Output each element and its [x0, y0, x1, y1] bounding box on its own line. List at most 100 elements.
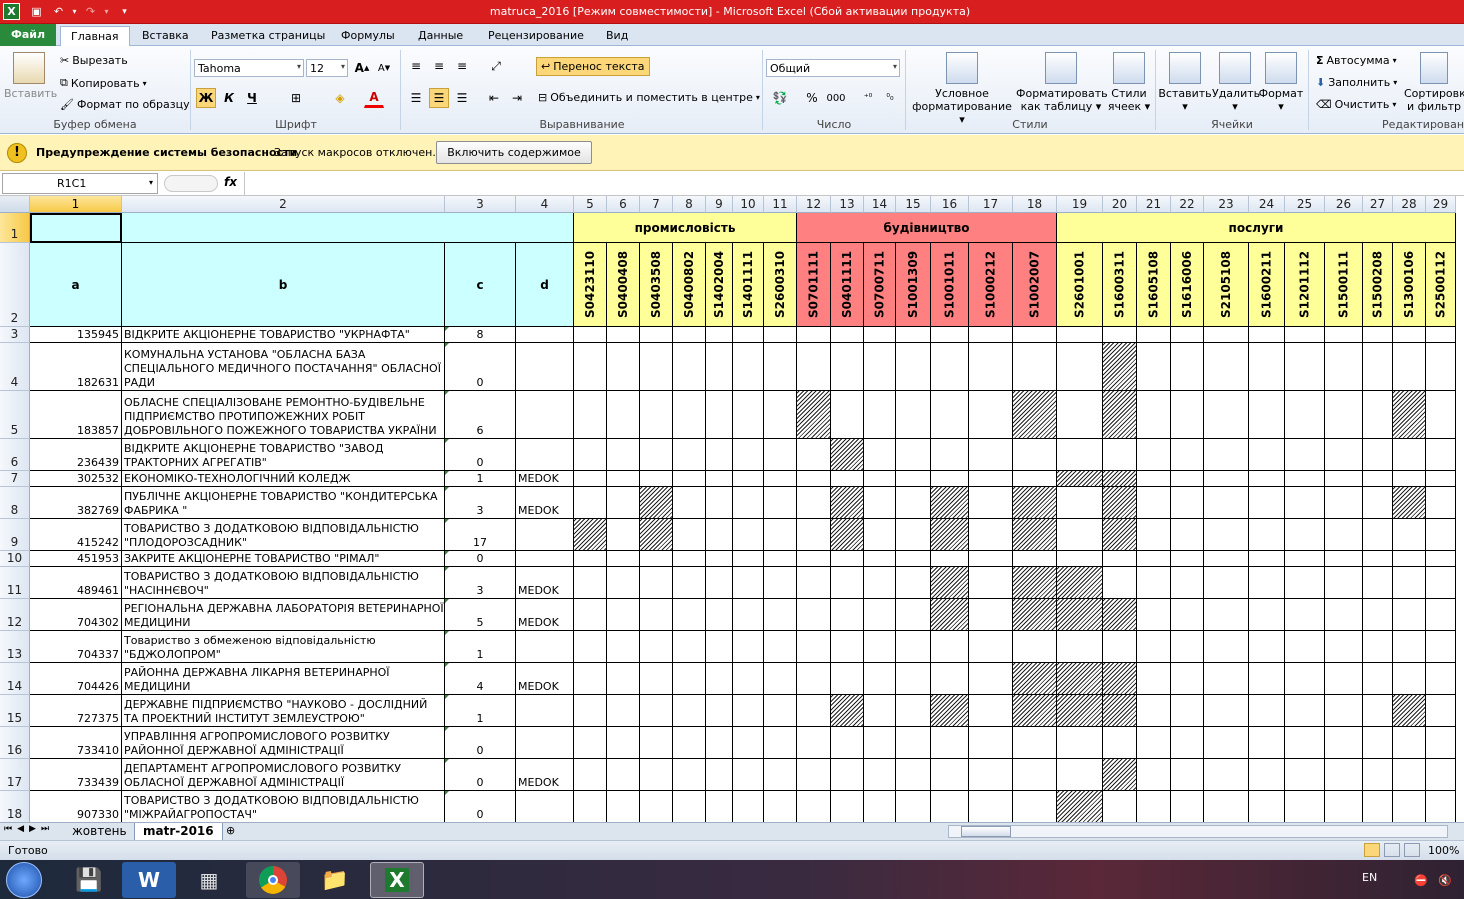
empty-cell[interactable] — [764, 551, 797, 567]
format-painter-button[interactable]: 🖌 Формат по образцу — [60, 98, 190, 111]
cell-a[interactable]: 733410 — [30, 727, 122, 759]
number-format-combo[interactable]: Общий ▾ — [766, 59, 900, 77]
empty-cell[interactable] — [969, 551, 1013, 567]
orientation-icon[interactable]: ⤢ — [486, 56, 506, 76]
empty-cell[interactable] — [574, 343, 607, 391]
column-header[interactable]: 17 — [969, 196, 1013, 213]
empty-cell[interactable] — [797, 487, 831, 519]
hatched-cell[interactable] — [1057, 663, 1103, 695]
empty-cell[interactable] — [969, 327, 1013, 343]
empty-cell[interactable] — [1426, 327, 1456, 343]
cell-d[interactable] — [516, 631, 574, 663]
code-header[interactable]: S1402004 — [706, 243, 733, 327]
empty-cell[interactable] — [1363, 439, 1393, 471]
empty-cell[interactable] — [896, 727, 931, 759]
code-header[interactable]: S2105108 — [1204, 243, 1249, 327]
font-color-icon[interactable]: A — [364, 88, 384, 108]
empty-cell[interactable] — [896, 471, 931, 487]
empty-cell[interactable] — [1137, 567, 1171, 599]
empty-cell[interactable] — [1171, 471, 1204, 487]
empty-cell[interactable] — [574, 631, 607, 663]
empty-cell[interactable] — [1393, 343, 1426, 391]
empty-cell[interactable] — [640, 551, 673, 567]
insert-function-button[interactable]: fx — [224, 175, 237, 189]
hatched-cell[interactable] — [1393, 391, 1426, 439]
column-header[interactable]: 12 — [797, 196, 831, 213]
empty-cell[interactable] — [733, 663, 764, 695]
column-header[interactable]: 5 — [574, 196, 607, 213]
empty-cell[interactable] — [1204, 471, 1249, 487]
empty-cell[interactable] — [733, 727, 764, 759]
cell-a[interactable]: 733439 — [30, 759, 122, 791]
column-header[interactable]: 23 — [1204, 196, 1249, 213]
empty-cell[interactable] — [864, 519, 896, 551]
word-app-icon[interactable]: W — [122, 862, 176, 898]
empty-cell[interactable] — [764, 327, 797, 343]
column-header[interactable]: 1 — [30, 196, 122, 213]
empty-cell[interactable] — [1057, 727, 1103, 759]
enable-content-button[interactable]: Включить содержимое — [436, 141, 592, 164]
empty-cell[interactable] — [574, 487, 607, 519]
empty-cell[interactable] — [1393, 327, 1426, 343]
empty-cell[interactable] — [831, 471, 864, 487]
cell-b[interactable]: РАЙОННА ДЕРЖАВНА ЛІКАРНЯ ВЕТЕРИНАРНОЇ МЕ… — [122, 663, 445, 695]
empty-cell[interactable] — [1103, 551, 1137, 567]
column-header[interactable]: 19 — [1057, 196, 1103, 213]
empty-cell[interactable] — [1285, 727, 1325, 759]
empty-cell[interactable] — [1426, 551, 1456, 567]
empty-cell[interactable] — [640, 791, 673, 822]
hatched-cell[interactable] — [931, 519, 969, 551]
cell-d[interactable] — [516, 695, 574, 727]
column-label-c[interactable]: c — [445, 243, 516, 327]
code-header[interactable]: S2600310 — [764, 243, 797, 327]
empty-cell[interactable] — [797, 439, 831, 471]
empty-cell[interactable] — [1137, 631, 1171, 663]
cell-b[interactable]: УПРАВЛІННЯ АГРОПРОМИСЛОВОГО РОЗВИТКУ РАЙ… — [122, 727, 445, 759]
empty-cell[interactable] — [1204, 695, 1249, 727]
empty-cell[interactable] — [1285, 439, 1325, 471]
hatched-cell[interactable] — [1103, 519, 1137, 551]
column-header[interactable]: 25 — [1285, 196, 1325, 213]
empty-cell[interactable] — [1171, 439, 1204, 471]
empty-cell[interactable] — [607, 631, 640, 663]
cell-a[interactable]: 451953 — [30, 551, 122, 567]
empty-cell[interactable] — [896, 487, 931, 519]
empty-cell[interactable] — [797, 471, 831, 487]
empty-cell[interactable] — [969, 439, 1013, 471]
bold-button[interactable]: Ж — [196, 88, 216, 108]
copy-button[interactable]: ⧉ Копировать ▾ — [60, 76, 147, 90]
column-header[interactable]: 7 — [640, 196, 673, 213]
cell-styles-button[interactable]: Стили ячеек ▾ — [1106, 52, 1152, 113]
empty-cell[interactable] — [607, 519, 640, 551]
cell-d[interactable]: MEDOK — [516, 759, 574, 791]
empty-cell[interactable] — [1393, 599, 1426, 631]
hatched-cell[interactable] — [831, 487, 864, 519]
empty-cell[interactable] — [640, 567, 673, 599]
cell-d[interactable] — [516, 439, 574, 471]
empty-cell[interactable] — [706, 599, 733, 631]
empty-cell[interactable] — [1285, 551, 1325, 567]
start-button-icon[interactable] — [6, 862, 42, 898]
empty-cell[interactable] — [1204, 567, 1249, 599]
column-header[interactable]: 9 — [706, 196, 733, 213]
empty-cell[interactable] — [1137, 391, 1171, 439]
column-header[interactable]: 20 — [1103, 196, 1137, 213]
paste-button[interactable]: Вставить — [4, 52, 57, 100]
hatched-cell[interactable] — [931, 599, 969, 631]
delete-cells-button[interactable]: Удалить ▾ — [1212, 52, 1260, 113]
tab-file[interactable]: Файл — [0, 24, 56, 46]
empty-cell[interactable] — [1285, 343, 1325, 391]
empty-cell[interactable] — [607, 599, 640, 631]
cell-a[interactable]: 382769 — [30, 487, 122, 519]
hatched-cell[interactable] — [1057, 471, 1103, 487]
empty-cell[interactable] — [797, 759, 831, 791]
empty-cell[interactable] — [1249, 471, 1285, 487]
empty-cell[interactable] — [574, 599, 607, 631]
hatched-cell[interactable] — [1057, 695, 1103, 727]
empty-cell[interactable] — [607, 471, 640, 487]
code-header[interactable]: S1605108 — [1137, 243, 1171, 327]
zoom-level[interactable]: 100% — [1428, 844, 1459, 857]
cell-b[interactable]: ТОВАРИСТВО З ДОДАТКОВОЮ ВІДПОВІДАЛЬНІСТЮ… — [122, 791, 445, 822]
cell-b[interactable]: ДЕРЖАВНЕ ПІДПРИЄМСТВО "НАУКОВО - ДОСЛІДН… — [122, 695, 445, 727]
empty-cell[interactable] — [706, 759, 733, 791]
